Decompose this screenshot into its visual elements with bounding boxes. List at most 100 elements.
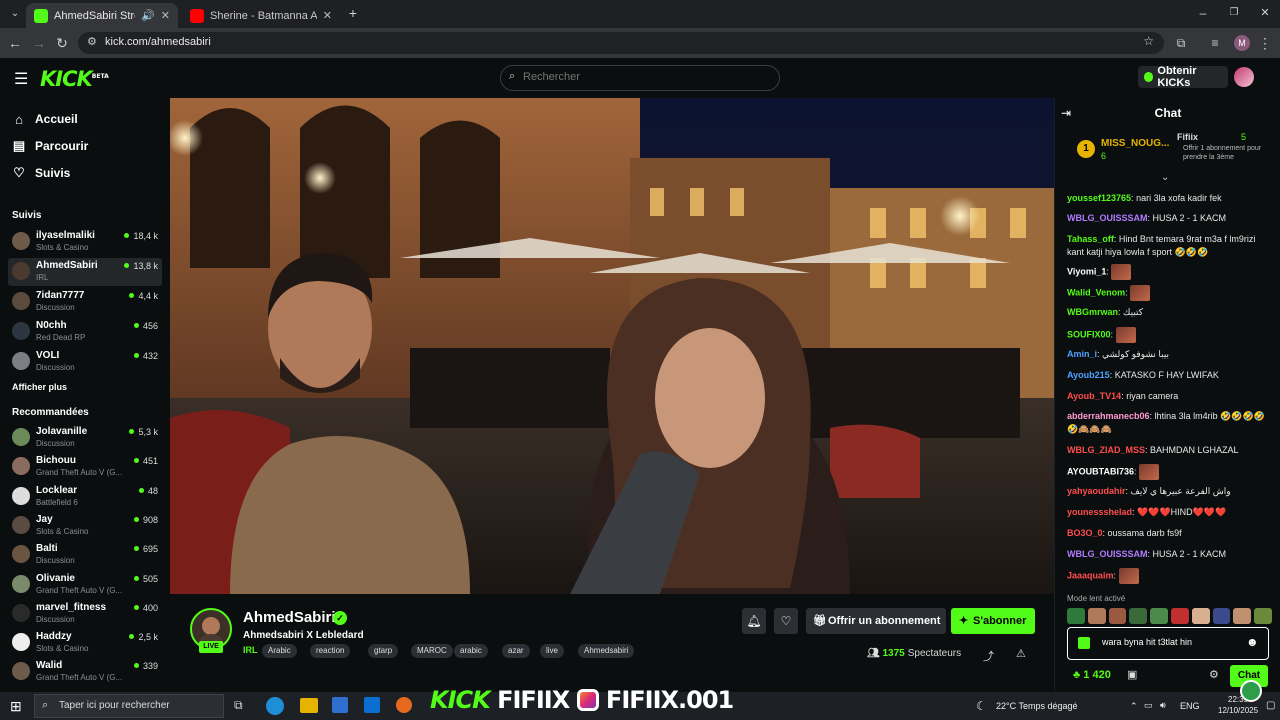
store-icon[interactable] — [332, 697, 348, 713]
notification-bell-icon[interactable]: 🔔︎ — [742, 608, 766, 634]
chat-username[interactable]: Walid_Venom — [1067, 287, 1125, 297]
sidebar-channel[interactable]: 7idan7777 Discussion 4,4 k — [8, 288, 162, 316]
emote-icon[interactable] — [1087, 608, 1106, 624]
bookmark-star-icon[interactable]: ☆ — [1143, 34, 1154, 48]
sidebar-channel[interactable]: N0chh Red Dead RP 456 — [8, 318, 162, 346]
chat-input-box[interactable]: ☻ — [1067, 627, 1269, 660]
stream-tag[interactable]: live — [540, 644, 565, 658]
emoji-picker-icon[interactable]: ☻ — [1246, 635, 1259, 649]
chat-username[interactable]: Jaaaquaim — [1067, 570, 1114, 580]
outlook-icon[interactable] — [364, 697, 380, 713]
stream-tag[interactable]: arabic — [454, 644, 488, 658]
subscribe-button[interactable]: ✦ S'abonner — [951, 608, 1035, 634]
show-more-link[interactable]: Afficher plus — [12, 382, 67, 392]
chat-username[interactable]: Ayoub_TV14 — [1067, 391, 1121, 401]
sidebar-channel[interactable]: Walid Grand Theft Auto V (G... 339 — [8, 658, 162, 686]
restore-icon[interactable]: ❐ — [1225, 4, 1243, 22]
kick-logo[interactable]: KICKBETA — [40, 67, 109, 91]
settings-gear-icon[interactable]: ⚙ — [1209, 668, 1219, 681]
gifter-name[interactable]: Fifiix — [1177, 132, 1198, 142]
chat-username[interactable]: abderrahmanecb06 — [1067, 411, 1150, 421]
emote-icon[interactable] — [1108, 608, 1127, 624]
profile-avatar[interactable]: M — [1234, 35, 1250, 51]
volume-icon[interactable]: 🔊︎ — [1160, 700, 1166, 711]
minimize-icon[interactable]: – — [1194, 4, 1212, 22]
chat-username[interactable]: BO3O_0 — [1067, 528, 1103, 538]
chat-username[interactable]: youssef123765 — [1067, 193, 1131, 203]
search-box[interactable]: ⌕ — [500, 65, 780, 91]
emote-icon[interactable] — [1170, 608, 1189, 624]
chat-username[interactable]: SOUFIX00 — [1067, 329, 1111, 339]
chat-username[interactable]: AYOUBTABI736 — [1067, 466, 1134, 476]
stream-tag[interactable]: MAROC — [411, 644, 453, 658]
video-player[interactable] — [170, 98, 1054, 594]
stream-tag[interactable]: gtarp — [368, 644, 399, 658]
chat-username[interactable]: Viyomi_1 — [1067, 266, 1106, 276]
top-gifter-name[interactable]: MISS_NOUG... — [1101, 138, 1169, 149]
language-indicator[interactable]: ENG — [1180, 701, 1200, 711]
sidebar-channel[interactable]: Balti Discussion 695 — [8, 541, 162, 569]
sidebar-channel[interactable]: Jay Slots & Casino 908 — [8, 512, 162, 540]
nav-browse[interactable]: ▤ Parcourir — [12, 136, 89, 156]
emote-icon[interactable] — [1191, 608, 1210, 624]
streamer-name[interactable]: AhmedSabiri — [243, 609, 336, 626]
emote-icon[interactable] — [1129, 608, 1148, 624]
channel-points[interactable]: ♣ 1 420 — [1073, 669, 1111, 681]
sidebar-channel[interactable]: Haddzy Slots & Casino 2,5 k — [8, 629, 162, 657]
gift-subscription-button[interactable]: 🎁︎ Offrir un abonnement — [806, 608, 946, 634]
notifications-icon[interactable]: ▢ — [1266, 700, 1275, 711]
stream-tag[interactable]: Ahmedsabiri — [578, 644, 635, 658]
emote-icon[interactable] — [1254, 608, 1272, 624]
sidebar-channel[interactable]: AhmedSabiri IRL 13,8 k — [8, 258, 162, 286]
edge-icon[interactable] — [266, 697, 284, 715]
firefox-icon[interactable] — [396, 697, 412, 713]
sidebar-channel[interactable]: ilyaselmaliki Slots & Casino 18,4 k — [8, 228, 162, 256]
network-icon[interactable]: ▭ — [1144, 700, 1153, 711]
stream-tag[interactable]: reaction — [310, 644, 351, 658]
tab-search-icon[interactable]: ⌄ — [6, 5, 24, 23]
chat-input[interactable] — [1102, 637, 1242, 647]
expand-pinned-icon[interactable]: ⌄ — [1161, 172, 1169, 183]
chat-username[interactable]: WBLG_ZIAD_MSS — [1067, 445, 1145, 455]
file-explorer-icon[interactable] — [300, 698, 318, 713]
menu-icon[interactable]: ⋮ — [1256, 34, 1274, 52]
reload-icon[interactable]: ↻ — [53, 34, 71, 52]
tab-youtube[interactable]: Sherine - Batmanna Ansak | نك ✕ — [182, 3, 340, 28]
close-icon[interactable]: ✕ — [161, 9, 170, 22]
gift-box-icon[interactable]: ▣ — [1127, 668, 1137, 681]
media-icon[interactable]: ≡ — [1206, 34, 1224, 52]
taskbar-search[interactable]: ⌕ Taper ici pour rechercher — [34, 694, 224, 718]
tray-chevron-icon[interactable]: ⌃ — [1130, 701, 1138, 712]
share-icon[interactable]: ⤴ — [983, 648, 994, 664]
sidebar-channel[interactable]: marvel_fitness Discussion 400 — [8, 600, 162, 628]
chat-username[interactable]: Amin_i — [1067, 349, 1097, 359]
weather-text[interactable]: 22°C Temps dégagé — [996, 701, 1078, 711]
address-bar[interactable]: ⚙ kick.com/ahmedsabiri ☆ — [78, 32, 1164, 54]
chat-username[interactable]: Tahass_off — [1067, 234, 1114, 244]
extensions-icon[interactable]: ⧉ — [1172, 34, 1190, 52]
sidebar-channel[interactable]: Locklear Battlefield 6 48 — [8, 483, 162, 511]
get-kicks-button[interactable]: Obtenir KICKs — [1138, 65, 1228, 89]
clock-date[interactable]: 12/10/2025 — [1218, 706, 1258, 715]
grammarly-icon[interactable] — [1240, 680, 1262, 702]
site-info-icon[interactable]: ⚙ — [87, 35, 97, 48]
sidebar-channel[interactable]: Jolavanille Discussion 5,3 k — [8, 424, 162, 452]
hamburger-menu-icon[interactable]: ☰ — [14, 69, 28, 89]
chat-identity-icon[interactable] — [1078, 637, 1090, 649]
chat-username[interactable]: younessshelad — [1067, 507, 1132, 517]
windows-start-icon[interactable]: ⊞ — [10, 698, 22, 715]
report-icon[interactable]: ⚠ — [1016, 647, 1026, 660]
forward-icon[interactable]: → — [30, 34, 48, 52]
nav-following[interactable]: ♡ Suivis — [12, 163, 70, 183]
stream-tag[interactable]: azar — [502, 644, 530, 658]
emote-icon[interactable] — [1233, 608, 1252, 624]
new-tab-icon[interactable]: + — [344, 4, 362, 22]
window-close-icon[interactable]: ✕ — [1256, 4, 1274, 22]
sidebar-channel[interactable]: Olivanie Grand Theft Auto V (G... 505 — [8, 571, 162, 599]
sidebar-channel[interactable]: Bichouu Grand Theft Auto V (G... 451 — [8, 453, 162, 481]
stream-tag[interactable]: Arabic — [262, 644, 297, 658]
tab-kick[interactable]: AhmedSabiri Stream - Watc 🔊 ✕ — [26, 3, 178, 28]
stream-category[interactable]: IRL — [243, 645, 258, 655]
close-icon[interactable]: ✕ — [323, 9, 332, 22]
task-view-icon[interactable]: ⧉ — [234, 698, 243, 713]
